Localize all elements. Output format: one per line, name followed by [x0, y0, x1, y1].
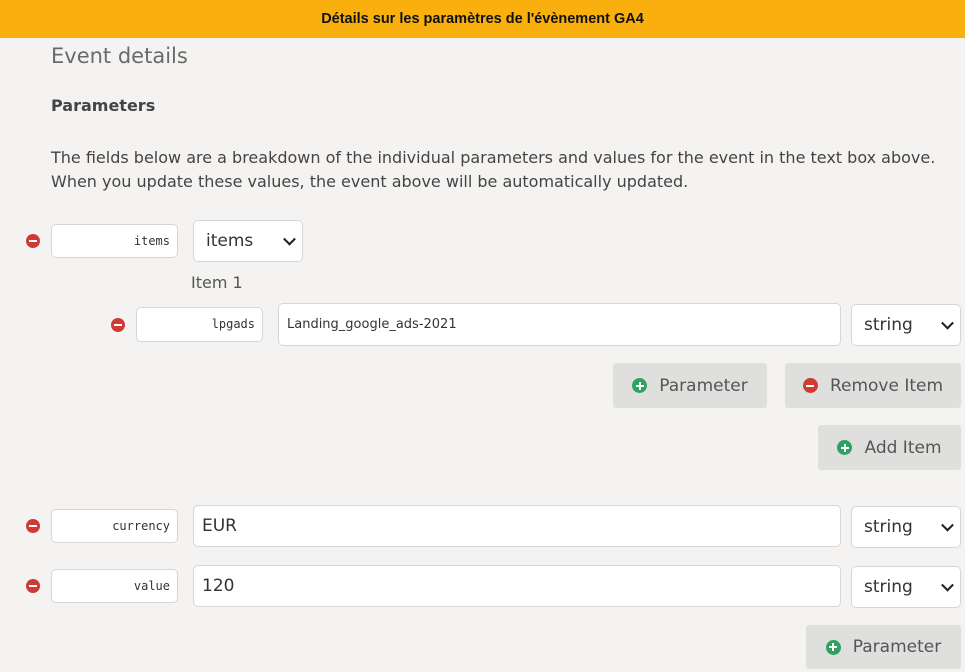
item-1-label: Item 1: [191, 273, 243, 292]
item-param-type-select[interactable]: string: [851, 304, 961, 346]
items-key-field[interactable]: items: [51, 224, 178, 258]
value-type-select[interactable]: string: [851, 566, 961, 608]
description-line-2: When you update these values, the event …: [51, 172, 689, 191]
chevron-down-icon: [941, 316, 954, 330]
item-param-value-field[interactable]: Landing_google_ads-2021: [278, 303, 841, 346]
page-title: Event details: [51, 44, 188, 68]
add-parameter-button[interactable]: Parameter: [806, 625, 961, 669]
plus-circle-icon: [825, 639, 841, 655]
remove-value-param-icon[interactable]: [26, 579, 40, 593]
section-title: Parameters: [51, 96, 156, 115]
value-value-field[interactable]: 120: [193, 565, 841, 607]
description-line-1: The fields below are a breakdown of the …: [51, 148, 936, 167]
items-type-value: items: [206, 231, 254, 251]
item-param-key-field[interactable]: lpgads: [136, 307, 263, 342]
section-description: The fields below are a breakdown of the …: [51, 146, 956, 194]
value-type-value: string: [864, 577, 913, 597]
currency-type-value: string: [864, 517, 913, 537]
minus-circle-icon: [802, 378, 818, 393]
add-item-parameter-label: Parameter: [659, 375, 748, 396]
currency-key-field[interactable]: currency: [51, 509, 178, 543]
plus-circle-icon: [632, 378, 648, 393]
remove-currency-param-icon[interactable]: [26, 519, 40, 533]
add-item-parameter-button[interactable]: Parameter: [613, 363, 767, 408]
chevron-down-icon: [941, 518, 954, 532]
add-item-button[interactable]: Add Item: [818, 425, 961, 470]
page-banner: Détails sur les paramètres de l'évènemen…: [0, 0, 965, 38]
add-item-label: Add Item: [864, 437, 942, 458]
remove-item-label: Remove Item: [829, 375, 944, 396]
chevron-down-icon: [941, 578, 954, 592]
remove-items-param-icon[interactable]: [26, 234, 40, 248]
remove-item-param-icon[interactable]: [111, 318, 125, 332]
currency-value-field[interactable]: EUR: [193, 505, 841, 547]
remove-item-button[interactable]: Remove Item: [785, 363, 961, 408]
plus-circle-icon: [837, 440, 853, 455]
chevron-down-icon: [283, 232, 296, 246]
add-parameter-label: Parameter: [852, 637, 942, 657]
items-type-select[interactable]: items: [193, 220, 303, 262]
item-param-type-value: string: [864, 315, 913, 335]
value-key-field[interactable]: value: [51, 569, 178, 603]
currency-type-select[interactable]: string: [851, 506, 961, 548]
banner-title: Détails sur les paramètres de l'évènemen…: [321, 11, 644, 27]
